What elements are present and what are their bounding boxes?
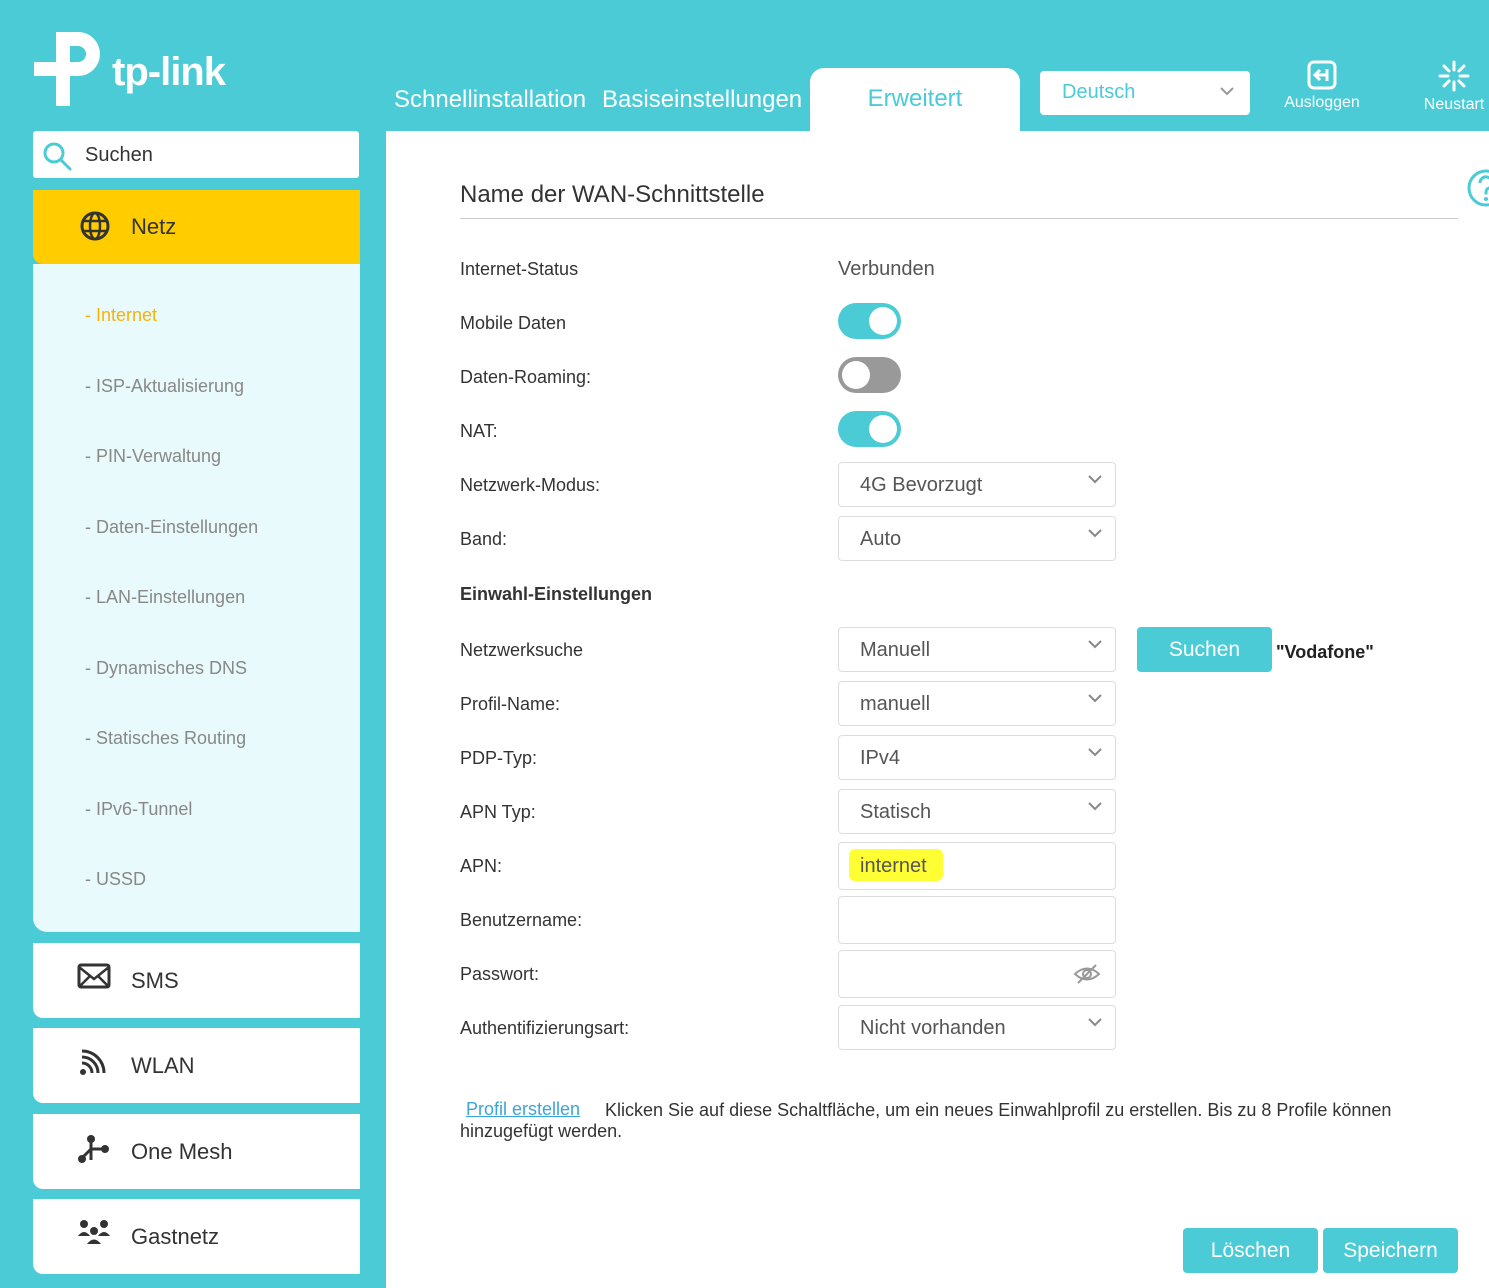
internet-status-label: Internet-Status [460,259,579,279]
roaming-label: Daten-Roaming: [460,367,592,387]
network-search-select[interactable]: Manuell [838,627,1116,672]
mobile-data-label: Mobile Daten [460,313,567,333]
profile-name-label: Profil-Name: [460,694,561,714]
toggle-knob [869,307,897,335]
tab-erweitert[interactable]: Erweitert [810,68,1020,132]
profile-name-value: manuell [860,693,931,715]
sidebar-item-daten-einstellungen[interactable]: - Daten-Einstellungen [85,517,258,538]
network-search-value: Manuell [860,639,931,661]
sidebar-card-sms[interactable]: SMS [33,943,360,1018]
sidebar-item-dynamisches-dns[interactable]: - Dynamisches DNS [85,658,247,679]
username-label: Benutzername: [460,910,583,930]
sidebar-card-label: SMS [131,968,179,993]
chevron-down-icon [1220,83,1234,99]
sidebar-card-label: One Mesh [131,1139,233,1164]
password-input[interactable] [838,950,1116,998]
mobile-data-toggle[interactable] [838,303,901,339]
globe-icon [80,211,110,241]
apn-label: APN: [460,856,503,876]
language-select[interactable]: Deutsch [1040,71,1250,115]
search-icon [43,142,72,171]
chevron-down-icon [1088,529,1102,538]
tab-schnellinstallation[interactable]: Schnellinstallation [394,86,586,114]
title-divider [460,218,1458,219]
help-icon[interactable] [1466,168,1489,213]
band-select[interactable]: Auto [838,516,1116,561]
eye-off-icon[interactable] [1073,963,1101,985]
sidebar-item-ipv6-tunnel[interactable]: - IPv6-Tunnel [85,799,192,820]
sidebar-item-isp-aktualisierung[interactable]: - ISP-Aktualisierung [85,376,244,397]
sidebar-card-label: Gastnetz [131,1224,220,1249]
sidebar-section-netz[interactable]: Netz [33,190,360,264]
tp-link-logo-icon [34,32,100,106]
apn-input[interactable]: internet [838,842,1116,890]
chevron-down-icon [1088,748,1102,757]
chevron-down-icon [1088,802,1102,811]
pdp-type-label: PDP-Typ: [460,748,538,768]
mesh-icon [78,1135,109,1163]
profile-create-description: Klicken Sie auf diese Schaltfläche, um e… [460,1100,1392,1141]
profile-name-select[interactable]: manuell [838,681,1116,726]
network-search-button[interactable]: Suchen [1137,627,1272,672]
sidebar-item-pin-verwaltung[interactable]: - PIN-Verwaltung [85,446,221,467]
sidebar-search-input[interactable]: Suchen [33,131,359,178]
apn-type-value: Statisch [860,801,932,823]
apn-value: internet [860,855,927,877]
auth-type-value: Nicht vorhanden [860,1017,1006,1039]
toggle-knob [842,361,870,389]
sidebar-item-internet[interactable]: - Internet [85,305,157,326]
restart-label: Neustart [1423,96,1485,113]
restart-button[interactable]: Neustart [1414,60,1489,114]
sidebar-section-label: Netz [131,214,177,239]
username-input[interactable] [838,896,1116,944]
sidebar-item-lan-einstellungen[interactable]: - LAN-Einstellungen [85,587,245,608]
chevron-down-icon [1088,475,1102,484]
guests-icon [78,1220,110,1244]
logout-button[interactable]: Ausloggen [1282,60,1362,112]
network-found-label: "Vodafone" [1276,642,1374,662]
apn-type-select[interactable]: Statisch [838,789,1116,834]
envelope-icon [77,963,111,989]
wifi-icon [80,1049,106,1075]
pdp-type-value: IPv4 [860,747,901,769]
logout-icon [1307,60,1337,90]
sidebar-card-gastnetz[interactable]: Gastnetz [33,1199,360,1274]
sidebar-item-ussd[interactable]: - USSD [85,869,146,890]
pdp-type-select[interactable]: IPv4 [838,735,1116,780]
logout-label: Ausloggen [1284,94,1360,111]
band-label: Band: [460,529,508,549]
auth-type-label: Authentifizierungsart: [460,1018,630,1038]
language-value: Deutsch [1062,81,1136,103]
delete-button[interactable]: Löschen [1183,1228,1318,1273]
tp-link-logo-text: tp-link [112,50,226,94]
network-mode-select[interactable]: 4G Bevorzugt [838,462,1116,507]
sidebar-card-label: WLAN [131,1053,195,1078]
chevron-down-icon [1088,640,1102,649]
profile-create-link[interactable]: Profil erstellen [466,1099,580,1120]
nat-label: NAT: [460,421,498,441]
dialup-heading: Einwahl-Einstellungen [460,584,653,604]
network-mode-value: 4G Bevorzugt [860,474,983,496]
roaming-toggle[interactable] [838,357,901,393]
password-label: Passwort: [460,964,540,984]
nat-toggle[interactable] [838,411,901,447]
toggle-knob [869,415,897,443]
apn-type-label: APN Typ: [460,802,536,822]
network-search-label: Netzwerksuche [460,640,584,660]
band-value: Auto [860,528,902,550]
chevron-down-icon [1088,694,1102,703]
sidebar-item-statisches-routing[interactable]: - Statisches Routing [85,728,246,749]
network-mode-label: Netzwerk-Modus: [460,475,601,495]
auth-type-select[interactable]: Nicht vorhanden [838,1005,1116,1050]
internet-status-value: Verbunden [838,258,935,280]
sidebar-card-one-mesh[interactable]: One Mesh [33,1114,360,1189]
sidebar-card-wlan[interactable]: WLAN [33,1028,360,1103]
chevron-down-icon [1088,1018,1102,1027]
restart-icon [1438,60,1470,92]
tab-basiseinstellungen[interactable]: Basiseinstellungen [602,86,802,114]
search-placeholder: Suchen [85,144,153,166]
page-title: Name der WAN-Schnittstelle [460,181,765,208]
save-button[interactable]: Speichern [1323,1228,1458,1273]
